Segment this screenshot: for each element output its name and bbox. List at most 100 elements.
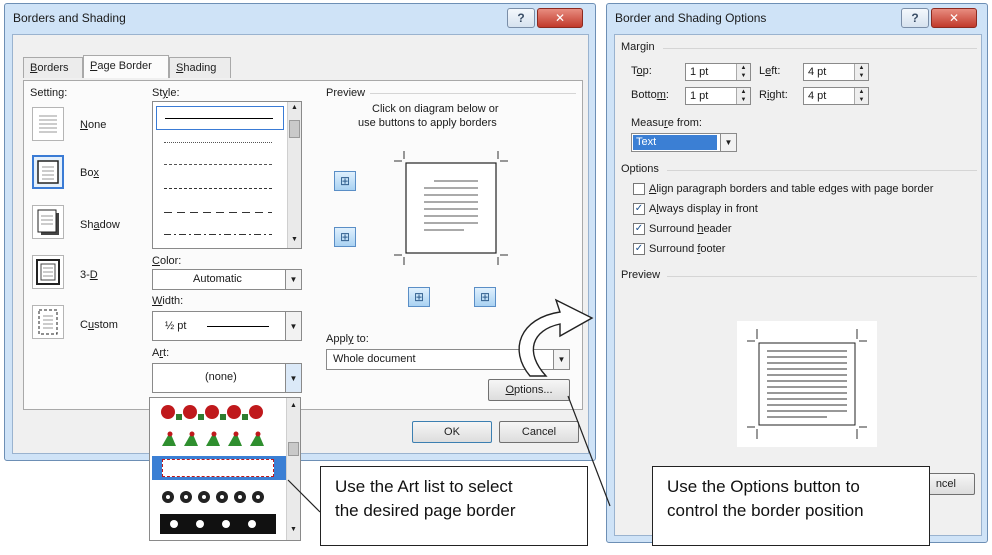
help-icon[interactable]: ? — [507, 8, 535, 28]
label: Surround — [649, 223, 698, 235]
right-label: Right: — [759, 89, 788, 101]
close-icon[interactable]: ✕ — [537, 8, 583, 28]
align-borders-label[interactable]: Align paragraph borders and table edges … — [649, 183, 933, 195]
options-button[interactable]: Options... — [488, 379, 570, 401]
right-border-button[interactable]: ⊞ — [474, 287, 496, 307]
setting-box-icon[interactable] — [32, 155, 64, 189]
style-scrollbar[interactable]: ▲ ▼ — [287, 102, 301, 248]
tab-shading[interactable]: Shading — [169, 57, 231, 78]
style-option-dotted[interactable] — [164, 142, 272, 143]
tab-label: orders — [37, 62, 69, 74]
setting-box-label[interactable]: Box — [80, 167, 99, 179]
art-option-ornaments[interactable] — [160, 486, 276, 508]
spin-arrows-icon[interactable]: ▲ ▼ — [736, 88, 750, 104]
label: St — [152, 87, 163, 99]
scroll-thumb[interactable] — [288, 442, 299, 456]
label: Surround — [649, 243, 698, 255]
cancel-button[interactable]: Cancel — [499, 421, 579, 443]
label: : — [665, 89, 669, 101]
options-callout-line2: control the border position — [667, 501, 864, 520]
surround-header-label[interactable]: Surround header — [649, 223, 732, 235]
measure-from-combobox[interactable]: Text ▼ — [631, 133, 737, 152]
spin-arrows-icon[interactable]: ▲ ▼ — [736, 64, 750, 80]
apply-to-value: Whole document — [333, 353, 416, 365]
surround-footer-checkbox[interactable]: ✓ — [633, 243, 645, 255]
spin-arrows-icon[interactable]: ▲ ▼ — [854, 88, 868, 104]
label: ways display in front — [658, 203, 758, 215]
label: le: — [167, 87, 180, 99]
tab-strip: Borders Page Border Shading — [23, 55, 583, 81]
setting-none-icon[interactable] — [32, 107, 64, 141]
left-border-button[interactable]: ⊞ — [408, 287, 430, 307]
scroll-thumb[interactable] — [289, 120, 300, 138]
chevron-down-icon[interactable]: ▼ — [720, 134, 736, 151]
style-option-solid-selected[interactable] — [156, 106, 284, 130]
scroll-up-icon[interactable]: ▲ — [291, 104, 298, 111]
surround-footer-label[interactable]: Surround footer — [649, 243, 725, 255]
style-option-dashed[interactable] — [164, 188, 272, 189]
top-spinner[interactable]: 1 pt ▲ ▼ — [685, 63, 751, 81]
art-option-poinsettia[interactable] — [160, 402, 276, 422]
measure-from-value: Text — [636, 136, 657, 148]
setting-3d-icon[interactable] — [32, 255, 64, 289]
top-border-button[interactable]: ⊞ — [334, 171, 356, 191]
left-spinner[interactable]: 4 pt ▲ ▼ — [803, 63, 869, 81]
chevron-down-icon[interactable]: ▼ — [285, 312, 301, 340]
spin-arrows-icon[interactable]: ▲ ▼ — [854, 64, 868, 80]
style-option-long-dashed[interactable] — [164, 212, 272, 213]
preview-hint-line1: Click on diagram below or — [372, 103, 499, 115]
dialog-client: Margin Top: 1 pt ▲ ▼ Left: 4 pt ▲ ▼ Bottom… — [614, 34, 982, 536]
label: ft: — [771, 65, 781, 77]
chevron-down-icon[interactable]: ▼ — [285, 364, 301, 392]
dialog-title: Borders and Shading — [13, 11, 126, 25]
art-option-holly[interactable] — [160, 428, 276, 448]
accel: O — [505, 384, 515, 396]
style-label: Style: — [152, 87, 180, 99]
chevron-down-icon[interactable]: ▼ — [285, 270, 301, 289]
ok-button[interactable]: OK — [412, 421, 492, 443]
label: Appl — [326, 333, 349, 345]
setting-3d-label[interactable]: 3-D — [80, 269, 98, 281]
setting-shadow-icon[interactable] — [32, 205, 64, 239]
art-dropdown-list[interactable]: ▲ ▼ — [149, 397, 301, 541]
tab-page-border[interactable]: Page Border — [83, 55, 169, 78]
scroll-down-icon[interactable]: ▼ — [291, 236, 298, 243]
style-listbox[interactable]: ▲ ▼ — [152, 101, 302, 249]
bottom-spinner[interactable]: 1 pt ▲ ▼ — [685, 87, 751, 105]
color-combobox[interactable]: Automatic ▼ — [152, 269, 302, 290]
right-spinner[interactable]: 4 pt ▲ ▼ — [803, 87, 869, 105]
label: ooter — [700, 243, 726, 255]
style-option-fine-dashed[interactable] — [164, 164, 272, 165]
scroll-down-icon[interactable]: ▼ — [290, 526, 297, 533]
art-value: (none) — [205, 371, 237, 383]
label: p: — [642, 65, 652, 77]
setting-shadow-label[interactable]: Shadow — [80, 219, 120, 231]
art-option-banner[interactable] — [160, 514, 276, 534]
tab-borders[interactable]: Borders — [23, 57, 83, 78]
art-scrollbar[interactable]: ▲ ▼ — [286, 398, 300, 540]
art-combobox[interactable]: (none) ▼ — [152, 363, 302, 393]
help-icon[interactable]: ? — [901, 8, 929, 28]
width-combobox[interactable]: ½ pt ▼ — [152, 311, 302, 341]
tab-label: age Border — [97, 60, 152, 72]
always-display-in-front-label[interactable]: Always display in front — [649, 203, 758, 215]
scroll-up-icon[interactable]: ▲ — [290, 402, 297, 409]
setting-none-label[interactable]: None — [80, 119, 106, 131]
style-option-dash-dot[interactable] — [164, 234, 272, 235]
align-borders-checkbox[interactable] — [633, 183, 645, 195]
apply-to-combobox[interactable]: Whole document ▼ — [326, 349, 570, 370]
surround-header-checkbox[interactable]: ✓ — [633, 223, 645, 235]
preview-hint-line2: use buttons to apply borders — [358, 117, 497, 129]
preview-diagram[interactable] — [394, 151, 508, 265]
setting-custom-label[interactable]: Custom — [80, 319, 118, 331]
setting-custom-icon[interactable] — [32, 305, 64, 339]
close-icon[interactable]: ✕ — [931, 8, 977, 28]
art-option-selected[interactable] — [152, 456, 286, 480]
label: Botto — [631, 89, 657, 101]
accel: W — [152, 295, 163, 307]
chevron-down-icon[interactable]: ▼ — [553, 350, 569, 369]
border-and-shading-options-dialog: Border and Shading Options ? ✕ Margin To… — [606, 3, 988, 543]
bottom-border-button[interactable]: ⊞ — [334, 227, 356, 247]
always-display-in-front-checkbox[interactable]: ✓ — [633, 203, 645, 215]
width-value: ½ pt — [165, 320, 187, 332]
